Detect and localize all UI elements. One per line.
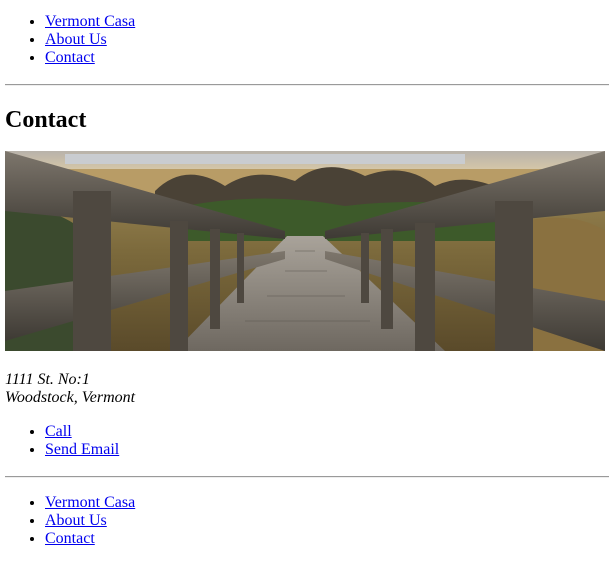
header-nav-list: Vermont Casa About Us Contact <box>5 13 609 67</box>
address-line-1: 1111 St. No:1 <box>5 371 90 388</box>
contact-links-list: Call Send Email <box>5 423 609 459</box>
address-line-2: Woodstock, Vermont <box>5 389 136 406</box>
call-link[interactable]: Call <box>45 423 72 440</box>
footer-nav-list: Vermont Casa About Us Contact <box>5 494 609 548</box>
hero-image <box>5 151 605 351</box>
header-nav-link-contact[interactable]: Contact <box>45 49 95 66</box>
header-nav-link-home[interactable]: Vermont Casa <box>45 13 135 30</box>
send-email-link[interactable]: Send Email <box>45 441 119 458</box>
page: Vermont Casa About Us Contact Contact <box>0 0 614 548</box>
contact-link-item-email: Send Email <box>45 441 609 459</box>
header-nav-item-contact: Contact <box>45 49 609 67</box>
footer-nav-item-about: About Us <box>45 512 609 530</box>
footer-nav: Vermont Casa About Us Contact <box>5 494 609 548</box>
contact-link-item-call: Call <box>45 423 609 441</box>
header-nav-link-about[interactable]: About Us <box>45 31 107 48</box>
footer-nav-link-home[interactable]: Vermont Casa <box>45 494 135 511</box>
header-nav-item-home: Vermont Casa <box>45 13 609 31</box>
footer-nav-link-about[interactable]: About Us <box>45 512 107 529</box>
footer-nav-item-home: Vermont Casa <box>45 494 609 512</box>
header-nav-item-about: About Us <box>45 31 609 49</box>
page-title: Contact <box>5 107 87 133</box>
footer-nav-item-contact: Contact <box>45 530 609 548</box>
footer-nav-link-contact[interactable]: Contact <box>45 530 95 547</box>
header-nav: Vermont Casa About Us Contact <box>5 0 609 67</box>
contact-address: 1111 St. No:1 Woodstock, Vermont <box>5 371 609 407</box>
